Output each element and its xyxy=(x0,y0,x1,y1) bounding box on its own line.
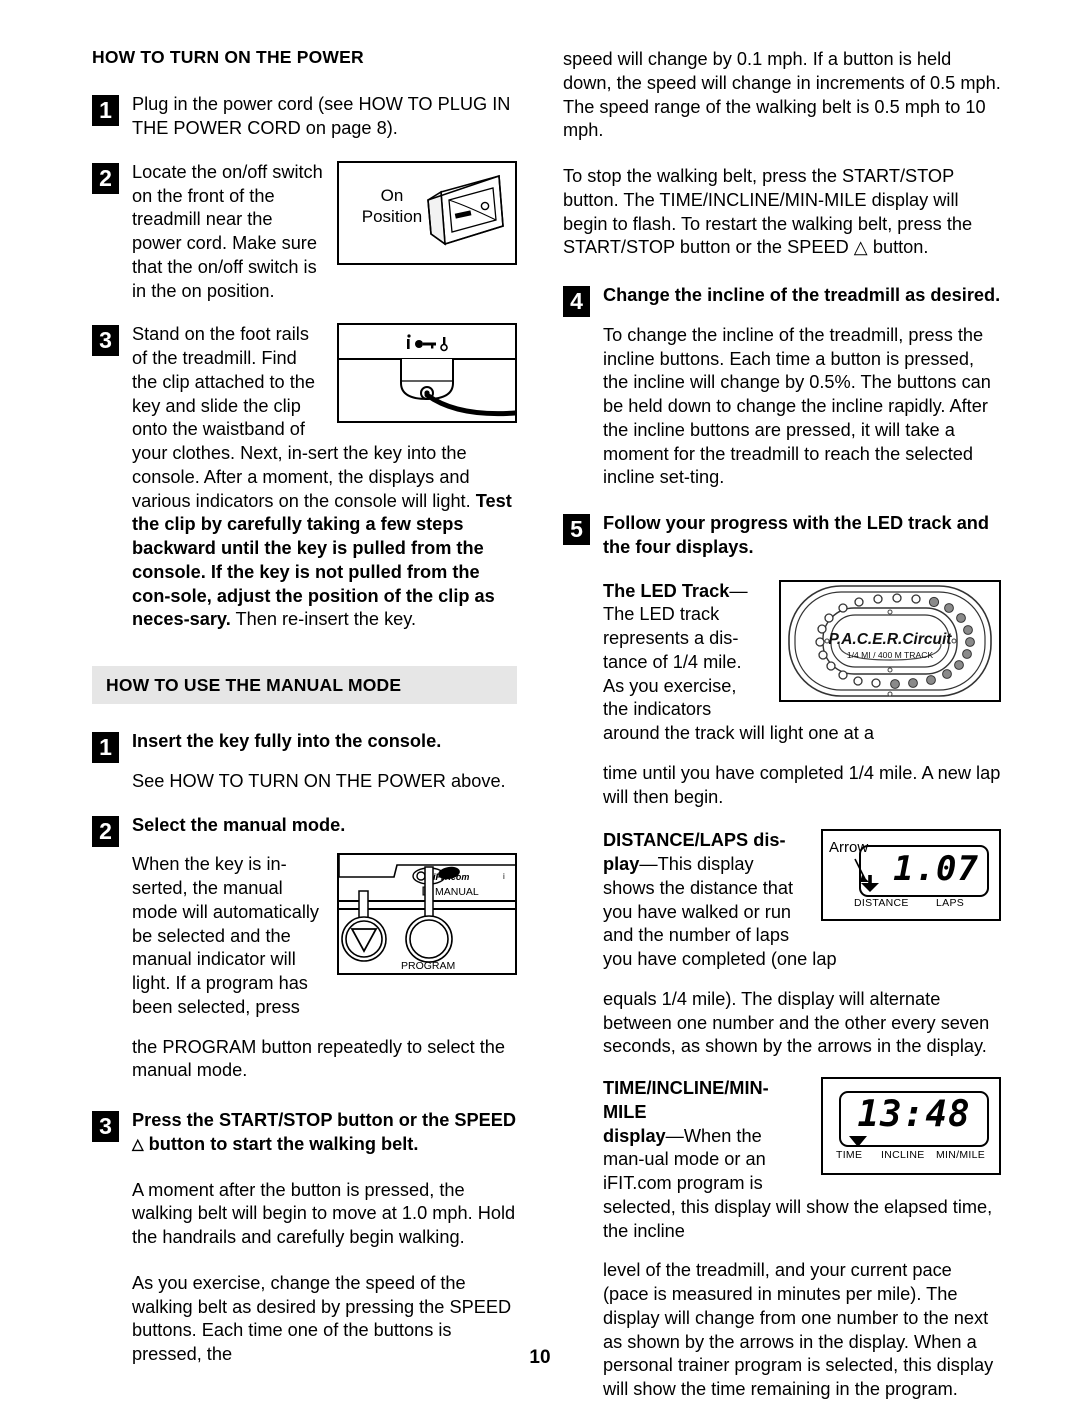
pacer-brand-text: P.A.C.E.R.Circuit xyxy=(829,631,953,648)
em-dash: — xyxy=(665,1125,684,1146)
section-band-manual-mode: HOW TO USE THE MANUAL MODE xyxy=(92,666,517,705)
step-4-heading: Change the incline of the treadmill as d… xyxy=(603,284,1001,308)
section-title-power: HOW TO TURN ON THE POWER xyxy=(92,47,364,67)
svg-text:iF: iF xyxy=(433,872,442,882)
on-off-switch-illustration: On Position xyxy=(337,160,517,265)
led-track-paragraph-b: time until you have completed 1/4 mile. … xyxy=(603,762,1001,807)
manual-page: HOW TO TURN ON THE POWER 1 Plug in the p… xyxy=(0,0,1080,1399)
heading-text: Follow your progress with the LED track … xyxy=(603,513,990,557)
svg-text:i: i xyxy=(503,872,505,881)
step-2-manual-body-b: the PROGRAM button repeatedly to select … xyxy=(132,1036,506,1081)
console-key-icon xyxy=(339,334,515,417)
triangle-up-icon: △ xyxy=(132,1135,144,1153)
led-track-illustration: P.A.C.E.R.Circuit 1/4 MI / 400 M TRACK xyxy=(779,579,1001,702)
laps-caption: LAPS xyxy=(936,897,965,910)
step-1-text: Plug in the power cord (see HOW TO PLUG … xyxy=(132,94,511,138)
time-incline-minmile-display-illustration: 13:48 TIME INCLINE MIN/MILE xyxy=(821,1077,1001,1175)
step-number-badge: 5 xyxy=(563,514,590,545)
heading-text: Select the manual mode. xyxy=(132,814,346,835)
svg-text:PROGRAM: PROGRAM xyxy=(401,960,455,972)
distance-caption: DISTANCE xyxy=(854,897,909,910)
minmile-caption: MIN/MILE xyxy=(936,1149,986,1161)
step-body: Change the incline of the treadmill as d… xyxy=(603,284,1001,490)
heading-text: Change the incline of the treadmill as d… xyxy=(603,285,1001,305)
step-body: Insert the key fully into the console. S… xyxy=(132,730,517,794)
switch-label-line1: On xyxy=(380,185,404,205)
right-column: speed will change by 0.1 mph. If a butto… xyxy=(563,48,1001,1402)
time-incline-label-b: display xyxy=(603,1125,666,1146)
distance-laps-label-a: DISTANCE/LAPS dis- xyxy=(603,830,786,851)
distance-laps-label-b: play xyxy=(603,854,640,874)
step-body: Select the manual mode. iFIT.com iF i xyxy=(132,814,517,1084)
pacer-circuit-track-icon: P.A.C.E.R.Circuit 1/4 MI / 400 M TRACK xyxy=(788,584,992,697)
step-1-manual-heading: Insert the key fully into the console. xyxy=(132,730,517,754)
step-number-badge: 4 xyxy=(563,286,590,317)
continued-paragraph-1: speed will change by 0.1 mph. If a butto… xyxy=(563,49,1001,141)
step-5-heading: Follow your progress with the LED track … xyxy=(603,512,1001,560)
time-caption: TIME xyxy=(836,1149,863,1161)
step-1-power: 1 Plug in the power cord (see HOW TO PLU… xyxy=(92,93,517,141)
step-number-badge: 1 xyxy=(92,95,119,127)
step-3-manual-heading: Press the START/STOP button or the SPEED… xyxy=(132,1109,517,1157)
step-4-incline: 4 Change the incline of the treadmill as… xyxy=(563,284,1001,490)
heading-text-part1: Press the START/STOP button or the SPEED xyxy=(132,1110,517,1131)
console-panel-illustration: iFIT.com iF i MANUAL xyxy=(337,853,517,976)
step-body: Stand on the foot rails of the treadmill… xyxy=(132,323,517,632)
step-3-text-part2: Then re-insert the key. xyxy=(230,609,417,630)
step-body: Follow your progress with the LED track … xyxy=(603,512,1001,560)
step-2-manual-heading: Select the manual mode. xyxy=(132,814,517,838)
distance-laps-block: 1.07 Arrow DISTANCE LAPS DISTANCE/LAPS d… xyxy=(603,829,1001,1059)
time-incline-paragraph-b: level of the treadmill, and your current… xyxy=(603,1260,994,1399)
step-number-badge: 2 xyxy=(92,162,119,194)
step-number-badge: 1 xyxy=(92,732,119,764)
step-1-manual-body: See HOW TO TURN ON THE POWER above. xyxy=(132,770,506,791)
incline-caption: INCLINE xyxy=(881,1149,925,1161)
switch-label-line2: Position xyxy=(361,207,423,226)
led-track-label: The LED Track xyxy=(603,580,730,601)
step-body: Press the START/STOP button or the SPEED… xyxy=(132,1109,517,1157)
display-arrow-indicator-icon xyxy=(849,1136,867,1147)
time-value: 13:48 xyxy=(857,1094,971,1135)
step-number-badge: 2 xyxy=(92,815,119,847)
console-panel-icon: iFIT.com iF i MANUAL xyxy=(339,855,515,972)
track-distance-text: 1/4 MI / 400 M TRACK xyxy=(847,650,934,660)
step-body: Plug in the power cord (see HOW TO PLUG … xyxy=(132,93,517,141)
distance-laps-paragraph-b: equals 1/4 mile). The display will alter… xyxy=(603,988,990,1057)
step-2-manual: 2 Select the manual mode. iFIT.com iF xyxy=(92,814,517,1084)
heading-text: Insert the key fully into the console. xyxy=(132,731,442,752)
key-clip-console-illustration xyxy=(337,323,517,424)
step-5-progress: 5 Follow your progress with the LED trac… xyxy=(563,512,1001,560)
step-number-badge: 3 xyxy=(92,325,119,357)
section-title-manual-mode: HOW TO USE THE MANUAL MODE xyxy=(106,675,402,695)
em-dash: — xyxy=(729,580,748,601)
step-4-body: To change the incline of the treadmill, … xyxy=(603,324,991,488)
step-1-manual: 1 Insert the key fully into the console.… xyxy=(92,730,517,794)
step-3-manual-body-a: A moment after the button is pressed, th… xyxy=(132,1179,516,1248)
distance-laps-display-illustration: 1.07 Arrow DISTANCE LAPS xyxy=(821,829,1001,922)
display-arrow-indicator-icon xyxy=(861,875,879,893)
rocker-switch-icon xyxy=(427,174,504,246)
led-track-block: P.A.C.E.R.Circuit 1/4 MI / 400 M TRACK T… xyxy=(603,579,1001,810)
step-3-power: 3 Stand on the foot rails of the treadmi… xyxy=(92,323,517,632)
step-2-power: 2 On Position Locate the on/off switch o… xyxy=(92,160,517,304)
step-number-badge: 3 xyxy=(92,1111,119,1143)
heading-text-part2: button to start the walking belt. xyxy=(143,1133,419,1154)
step-body: On Position Locate the on/off switch on … xyxy=(132,160,517,304)
continued-paragraph-2: To stop the walking belt, press the STAR… xyxy=(563,166,973,258)
two-column-layout: HOW TO TURN ON THE POWER 1 Plug in the p… xyxy=(92,47,1008,1402)
em-dash: — xyxy=(639,854,658,874)
time-incline-label-a: TIME/INCLINE/MIN-MILE xyxy=(603,1078,769,1122)
step-3-manual: 3 Press the START/STOP button or the SPE… xyxy=(92,1109,517,1157)
svg-text:MANUAL: MANUAL xyxy=(435,886,479,898)
left-column: HOW TO TURN ON THE POWER 1 Plug in the p… xyxy=(92,47,517,1367)
page-number: 10 xyxy=(529,1347,551,1368)
